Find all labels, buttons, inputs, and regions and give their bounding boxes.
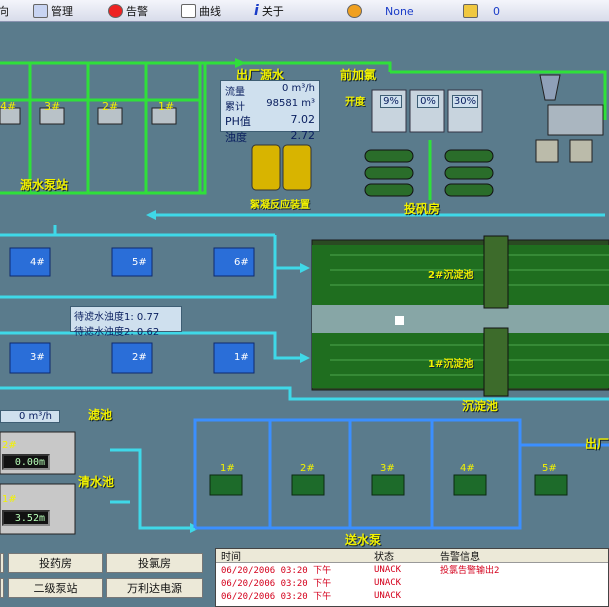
filter-5[interactable]: 5# [132, 257, 147, 268]
clear-pool-label: 清水池 [78, 475, 115, 489]
filter-flow: 0 m³/h [0, 410, 60, 423]
front-chlorine-label: 前加氯 [340, 68, 377, 82]
raw-pump-3[interactable]: 3# [44, 100, 60, 113]
raw-pump-2[interactable]: 2# [102, 100, 118, 113]
source-station-label: 源水泵站 [20, 178, 69, 192]
send-pump-5[interactable]: 5# [542, 463, 557, 474]
filter-1[interactable]: 1# [234, 352, 249, 363]
sedimentation-label: 沉淀池 [462, 399, 499, 413]
col-info[interactable]: 告警信息 [440, 549, 608, 563]
col-status[interactable]: 状态 [374, 549, 440, 563]
turbidity-2: 待滤水浊度2: 0.62 [74, 327, 160, 338]
nav-button-4[interactable] [0, 578, 4, 598]
raw-pump-4[interactable]: 4# [0, 100, 16, 113]
open-label: 开度 [345, 97, 365, 108]
stat-total: 累计 98581 m³ [225, 98, 315, 113]
nav-button-chlorine[interactable]: 投氯房 [106, 553, 203, 573]
clear-tank-1-tag: 1# [2, 494, 17, 505]
alarm-row[interactable]: 06/20/2006 03:20 下午 UNACK [216, 576, 608, 590]
send-pump-1[interactable]: 1# [220, 463, 235, 474]
nav-button-power[interactable]: 万利达电源 [106, 578, 203, 598]
nav-button-1[interactable] [0, 553, 4, 573]
dosing-opening-1: 9% [380, 95, 402, 108]
filter-4[interactable]: 4# [30, 257, 45, 268]
send-pump-4[interactable]: 4# [460, 463, 475, 474]
filter-3[interactable]: 3# [30, 352, 45, 363]
dosing-opening-3: 30% [452, 95, 478, 108]
raw-pump-1[interactable]: 1# [158, 100, 174, 113]
sed-2-label: 2#沉淀池 [428, 270, 474, 281]
turbidity-1: 待滤水浊度1: 0.77 [74, 312, 160, 323]
nav-button-pump-station[interactable]: 二级泵站 [8, 578, 103, 598]
filter-label: 滤池 [88, 408, 113, 422]
clear-tank-2-tag: 2# [2, 440, 17, 451]
stat-turbidity: 浊度 2.72 [225, 129, 315, 144]
alarm-header: 时间 状态 告警信息 [216, 549, 608, 563]
alarm-row[interactable]: 06/20/2006 03:20 下午 UNACK 投氯告警输出2 [216, 563, 608, 577]
dosing-room-label: 投矾房 [404, 202, 441, 216]
send-pump-3[interactable]: 3# [380, 463, 395, 474]
dosing-opening-2: 0% [417, 95, 439, 108]
sed-1-label: 1#沉淀池 [428, 359, 474, 370]
alarm-row[interactable]: 06/20/2006 03:20 下午 UNACK [216, 589, 608, 603]
chlorinator-label: 絮凝反应装置 [250, 200, 310, 211]
filter-2[interactable]: 2# [132, 352, 147, 363]
outlet-label: 出厂 [585, 437, 609, 451]
outlet-stats-panel: 流量 0 m³/h 累计 98581 m³ PH值 7.02 浊度 2.72 [220, 80, 320, 144]
filter-6[interactable]: 6# [234, 257, 249, 268]
nav-button-dosing[interactable]: 投药房 [8, 553, 103, 573]
stat-ph: PH值 7.02 [225, 113, 315, 128]
stat-flow: 流量 0 m³/h [225, 83, 315, 98]
alarm-table[interactable]: 时间 状态 告警信息 06/20/2006 03:20 下午 UNACK 投氯告… [215, 548, 609, 607]
send-pump-2[interactable]: 2# [300, 463, 315, 474]
col-time[interactable]: 时间 [216, 549, 374, 563]
filter-turbidity-panel: 待滤水浊度1: 0.77 待滤水浊度2: 0.62 [70, 306, 182, 338]
clear-tank-2-level: 0.00m [2, 454, 50, 470]
pump-station-label: 送水泵 [345, 533, 382, 547]
clear-tank-1-level: 3.52m [2, 510, 50, 526]
